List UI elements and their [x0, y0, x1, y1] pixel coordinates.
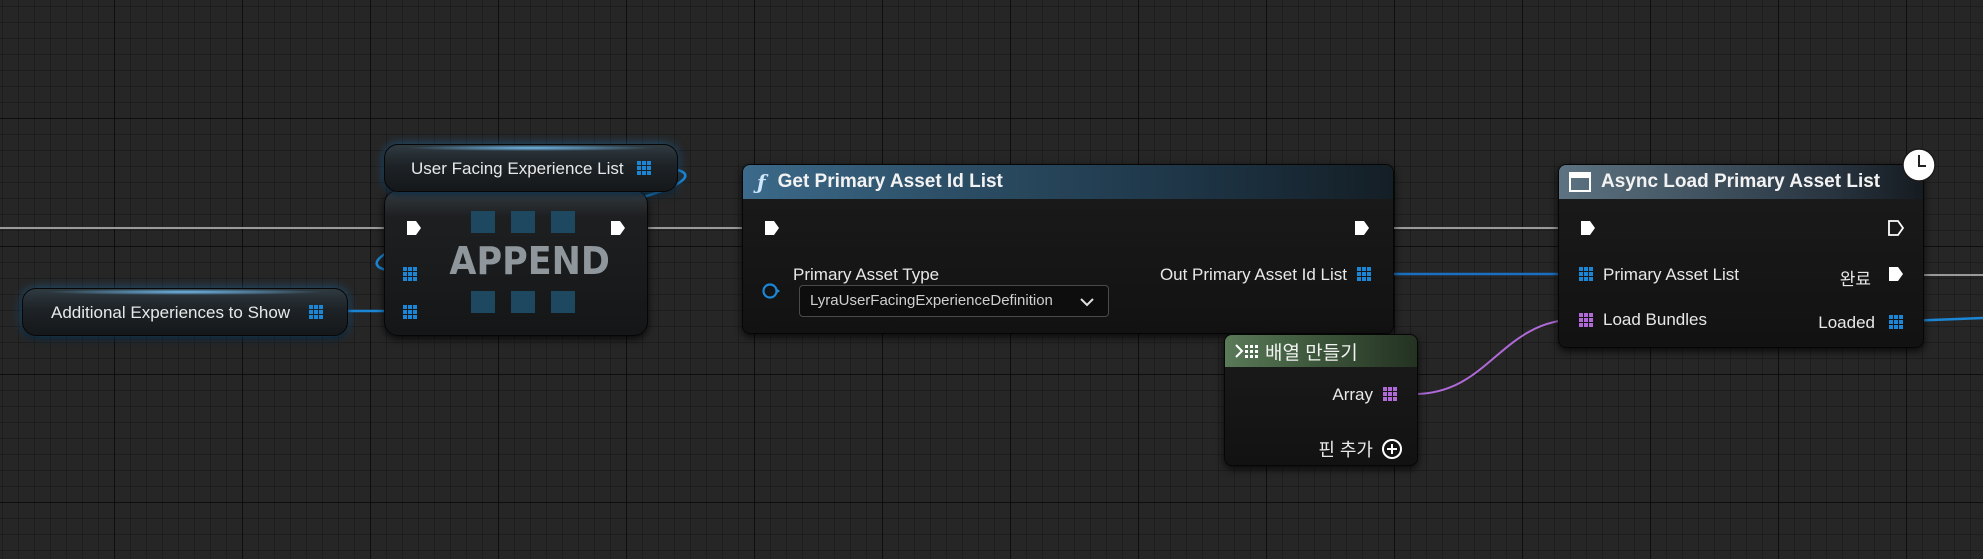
- load-bundles-pin-icon[interactable]: [1579, 313, 1593, 327]
- primary-asset-list-label: Primary Asset List: [1603, 265, 1740, 284]
- function-icon: ƒ: [757, 170, 766, 194]
- exec-out-pin-icon[interactable]: [609, 219, 627, 237]
- array-out-pin-icon[interactable]: [309, 305, 323, 319]
- node-header[interactable]: Async Load Primary Asset List: [1559, 165, 1923, 199]
- user-facing-experience-list-node[interactable]: User Facing Experience List: [384, 144, 678, 192]
- var-label: Additional Experiences to Show: [51, 303, 291, 322]
- loaded-pin-icon[interactable]: [1889, 315, 1903, 329]
- append-title: APPEND: [449, 239, 610, 283]
- plus-circle-icon[interactable]: [1381, 438, 1403, 460]
- array-out-pin-icon[interactable]: [1357, 267, 1371, 281]
- exec-in-pin-icon[interactable]: [405, 219, 423, 237]
- node-header[interactable]: ƒ Get Primary Asset Id List: [743, 165, 1393, 199]
- async-load-primary-asset-list-node[interactable]: Async Load Primary Asset List Primary As…: [1558, 164, 1924, 348]
- node-title: 배열 만들기: [1265, 342, 1358, 364]
- node-title: Async Load Primary Asset List: [1601, 171, 1881, 192]
- load-bundles-label: Load Bundles: [1603, 310, 1707, 329]
- additional-experiences-node[interactable]: Additional Experiences to Show: [22, 288, 348, 336]
- out-primary-asset-id-list-label: Out Primary Asset Id List: [1159, 265, 1347, 284]
- chevron-down-icon: [1080, 298, 1094, 307]
- exec-out-pin-icon[interactable]: [1353, 219, 1371, 237]
- completed-exec-pin-icon[interactable]: [1887, 265, 1905, 283]
- make-array-node[interactable]: 배열 만들기 Array 핀 추가: [1224, 334, 1418, 466]
- add-pin-label[interactable]: 핀 추가: [1318, 436, 1373, 462]
- var-label: User Facing Experience List: [411, 159, 624, 178]
- node-title: Get Primary Asset Id List: [777, 171, 1003, 192]
- array-out-pin-icon[interactable]: [1383, 387, 1397, 401]
- exec-out-pin-icon[interactable]: [1887, 219, 1905, 237]
- array-in-pin-b-icon[interactable]: [403, 305, 417, 319]
- exec-in-pin-icon[interactable]: [1579, 219, 1597, 237]
- blueprint-graph[interactable]: APPEND User Facing Experience List Addit…: [0, 0, 1983, 559]
- array-in-pin-a-icon[interactable]: [403, 267, 417, 281]
- primary-asset-type-dropdown[interactable]: LyraUserFacingExperienceDefinition: [799, 285, 1109, 317]
- array-label: Array: [1332, 385, 1373, 404]
- window-icon: [1569, 172, 1591, 192]
- get-primary-asset-id-list-node[interactable]: ƒ Get Primary Asset Id List Primary Asse…: [742, 164, 1394, 334]
- completed-label: 완료: [1839, 270, 1871, 289]
- node-header[interactable]: 배열 만들기: [1225, 335, 1417, 367]
- dropdown-value: LyraUserFacingExperienceDefinition: [810, 292, 1053, 309]
- make-array-icon: [1235, 344, 1258, 358]
- primary-asset-type-pin-icon[interactable]: [761, 281, 781, 301]
- primary-asset-type-label: Primary Asset Type: [793, 265, 940, 284]
- append-node[interactable]: APPEND: [384, 190, 648, 336]
- exec-in-pin-icon[interactable]: [763, 219, 781, 237]
- clock-icon: [1902, 148, 1936, 182]
- primary-asset-list-pin-icon[interactable]: [1579, 267, 1593, 281]
- array-wire-make-to-bundles: [1413, 318, 1579, 395]
- loaded-label: Loaded: [1818, 313, 1875, 332]
- array-out-pin-icon[interactable]: [637, 161, 651, 175]
